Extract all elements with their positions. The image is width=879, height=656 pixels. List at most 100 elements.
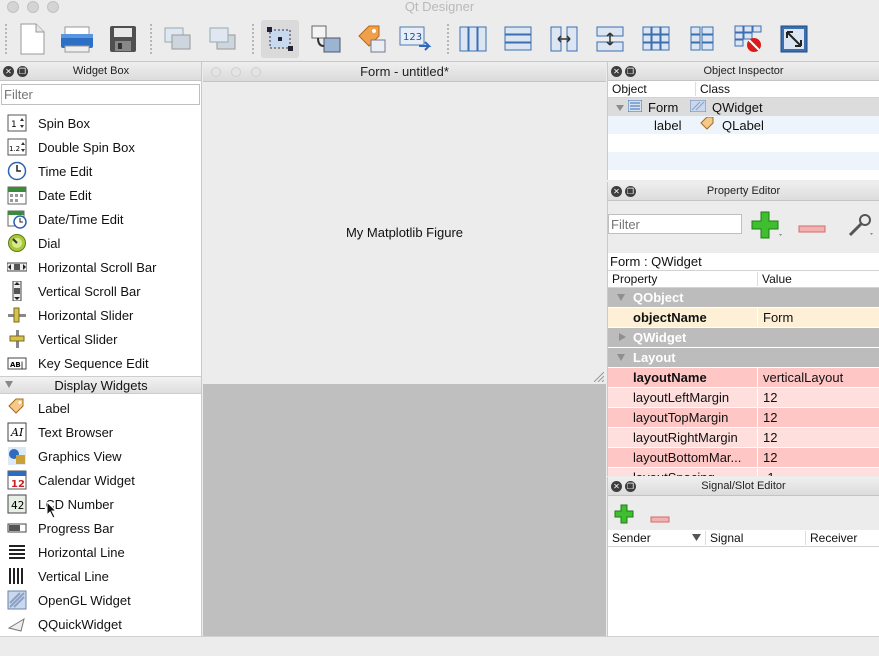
toolbar-grip[interactable] bbox=[5, 24, 7, 54]
widget-item[interactable]: Vertical Slider bbox=[0, 327, 201, 351]
widget-item[interactable]: Date/Time Edit bbox=[0, 207, 201, 231]
widget-item[interactable]: 1.2 Double Spin Box bbox=[0, 135, 201, 159]
save-form-icon[interactable] bbox=[104, 20, 142, 58]
close-icon[interactable]: ✕ bbox=[611, 66, 622, 77]
widget-item[interactable]: Label bbox=[0, 396, 201, 420]
widget-item[interactable]: Horizontal Scroll Bar bbox=[0, 255, 201, 279]
close-icon[interactable]: ✕ bbox=[611, 481, 622, 492]
resize-grip-icon[interactable] bbox=[594, 372, 604, 382]
column-header-value[interactable]: Value bbox=[758, 272, 792, 286]
widget-item[interactable]: Graphics View bbox=[0, 444, 201, 468]
property-row[interactable]: layoutBottomMar... 12 bbox=[608, 448, 879, 468]
property-value[interactable]: 12 bbox=[758, 448, 879, 467]
property-editor-toolbar bbox=[608, 201, 879, 253]
property-row[interactable]: layoutLeftMargin 12 bbox=[608, 388, 879, 408]
expand-triangle-icon[interactable] bbox=[617, 294, 625, 301]
property-value[interactable]: Form bbox=[758, 308, 879, 327]
form-canvas[interactable]: My Matplotlib Figure bbox=[203, 83, 606, 384]
break-layout-icon[interactable] bbox=[729, 20, 767, 58]
property-name: layoutLeftMargin bbox=[608, 388, 758, 407]
property-row[interactable]: layoutTopMargin 12 bbox=[608, 408, 879, 428]
column-header-property[interactable]: Property bbox=[608, 272, 758, 286]
widget-item[interactable]: Vertical Scroll Bar bbox=[0, 279, 201, 303]
widget-item[interactable]: AI Text Browser bbox=[0, 420, 201, 444]
add-connection-icon[interactable] bbox=[614, 504, 634, 527]
remove-dynamic-property-icon[interactable] bbox=[798, 221, 826, 236]
widget-item[interactable]: 12 Calendar Widget bbox=[0, 468, 201, 492]
property-value[interactable]: -1 bbox=[758, 468, 879, 476]
property-row[interactable]: layoutSpacing -1 bbox=[608, 468, 879, 476]
property-value[interactable]: 12 bbox=[758, 428, 879, 447]
property-filter-input[interactable] bbox=[608, 214, 742, 234]
column-header-sender[interactable]: Sender bbox=[608, 531, 706, 545]
widget-item[interactable]: OpenGL Widget bbox=[0, 588, 201, 612]
close-icon[interactable]: ✕ bbox=[611, 186, 622, 197]
widget-item[interactable]: Progress Bar bbox=[0, 516, 201, 540]
status-bar bbox=[0, 636, 879, 656]
bring-to-front-icon[interactable] bbox=[204, 20, 242, 58]
tree-row[interactable]: label QLabel bbox=[608, 116, 879, 134]
form-close-button[interactable] bbox=[211, 67, 221, 77]
property-row[interactable]: layoutName verticalLayout bbox=[608, 368, 879, 388]
category-display-widgets[interactable]: Display Widgets bbox=[0, 376, 201, 394]
property-value[interactable]: 12 bbox=[758, 388, 879, 407]
configure-wrench-icon[interactable] bbox=[846, 211, 876, 244]
expand-triangle-icon[interactable] bbox=[616, 100, 624, 115]
form-minimize-button[interactable] bbox=[231, 67, 241, 77]
object-inspector-title: Object Inspector bbox=[703, 65, 784, 77]
form-layout-icon bbox=[627, 99, 643, 115]
float-icon[interactable]: ❐ bbox=[625, 186, 636, 197]
edit-buddies-icon[interactable] bbox=[352, 20, 390, 58]
layout-horizontal-icon[interactable] bbox=[454, 20, 492, 58]
collapse-triangle-icon[interactable] bbox=[619, 333, 626, 341]
widget-filter-input[interactable] bbox=[1, 84, 200, 105]
add-dynamic-property-icon[interactable] bbox=[751, 210, 785, 243]
open-form-icon[interactable] bbox=[58, 20, 96, 58]
property-group-layout[interactable]: Layout bbox=[608, 348, 879, 368]
property-value[interactable]: verticalLayout bbox=[758, 368, 879, 387]
expand-triangle-icon[interactable] bbox=[617, 354, 625, 361]
layout-horizontal-splitter-icon[interactable] bbox=[545, 20, 583, 58]
widget-item[interactable]: Dial bbox=[0, 231, 201, 255]
layout-vertical-icon[interactable] bbox=[499, 20, 537, 58]
column-header-signal[interactable]: Signal bbox=[706, 531, 806, 545]
widget-item[interactable]: Horizontal Slider bbox=[0, 303, 201, 327]
property-value[interactable]: 12 bbox=[758, 408, 879, 427]
toolbar-grip[interactable] bbox=[252, 24, 254, 54]
form-label[interactable]: My Matplotlib Figure bbox=[203, 225, 606, 240]
property-row[interactable]: objectName Form bbox=[608, 308, 879, 328]
tree-row[interactable]: Form QWidget bbox=[608, 98, 879, 116]
float-icon[interactable]: ❐ bbox=[625, 66, 636, 77]
toolbar-grip[interactable] bbox=[150, 24, 152, 54]
send-to-back-icon[interactable] bbox=[159, 20, 197, 58]
widget-item[interactable]: Date Edit bbox=[0, 183, 201, 207]
close-icon[interactable]: ✕ bbox=[3, 66, 14, 77]
widget-item[interactable]: Horizontal Line bbox=[0, 540, 201, 564]
widget-item-label: Calendar Widget bbox=[38, 472, 135, 488]
property-group-qobject[interactable]: QObject bbox=[608, 288, 879, 308]
layout-grid-icon[interactable] bbox=[637, 20, 675, 58]
widget-item[interactable]: Time Edit bbox=[0, 159, 201, 183]
column-header-class[interactable]: Class bbox=[696, 82, 730, 96]
float-icon[interactable]: ❐ bbox=[625, 481, 636, 492]
remove-connection-icon[interactable] bbox=[650, 511, 670, 526]
form-zoom-button[interactable] bbox=[251, 67, 261, 77]
property-row[interactable]: layoutRightMargin 12 bbox=[608, 428, 879, 448]
float-icon[interactable]: ❐ bbox=[17, 66, 28, 77]
edit-widgets-icon[interactable] bbox=[261, 20, 299, 58]
toolbar-grip[interactable] bbox=[447, 24, 449, 54]
property-group-qwidget[interactable]: QWidget bbox=[608, 328, 879, 348]
widget-item[interactable]: 42 LCD Number bbox=[0, 492, 201, 516]
layout-vertical-splitter-icon[interactable] bbox=[591, 20, 629, 58]
widget-item[interactable]: QQuickWidget bbox=[0, 612, 201, 636]
column-header-object[interactable]: Object bbox=[608, 82, 696, 96]
column-header-receiver[interactable]: Receiver bbox=[806, 531, 857, 545]
widget-item[interactable]: AB| Key Sequence Edit bbox=[0, 351, 201, 375]
edit-tab-order-icon[interactable]: 123 bbox=[397, 20, 435, 58]
layout-form-icon[interactable] bbox=[683, 20, 721, 58]
adjust-size-icon[interactable] bbox=[775, 20, 813, 58]
edit-signals-slots-icon[interactable] bbox=[307, 20, 345, 58]
new-form-icon[interactable] bbox=[13, 20, 51, 58]
widget-item[interactable]: Vertical Line bbox=[0, 564, 201, 588]
widget-item[interactable]: 1 Spin Box bbox=[0, 111, 201, 135]
